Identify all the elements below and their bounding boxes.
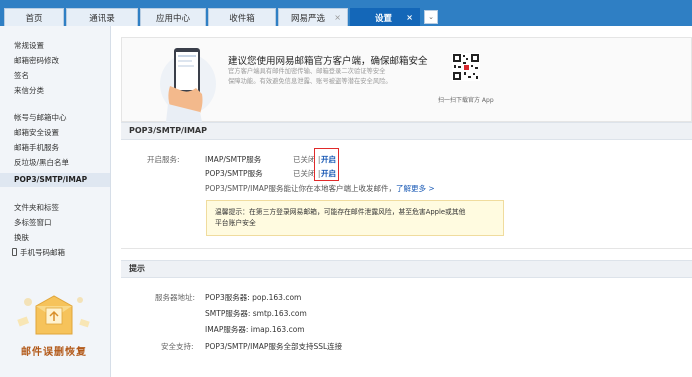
security-support-label: 安全支持:	[161, 342, 194, 351]
sidebar-item-mail-filter[interactable]: 来信分类	[14, 85, 44, 96]
tip-line: 平台账户安全	[215, 219, 256, 227]
server-address-label: 服务器地址:	[155, 293, 196, 302]
sidebar-item-label: 手机号码邮箱	[20, 248, 65, 257]
tab-app-center[interactable]: 应用中心	[140, 8, 206, 26]
sidebar-item-account-center[interactable]: 帐号与邮箱中心	[14, 112, 67, 123]
security-support-text: POP3/SMTP/IMAP服务全部支持SSL连接	[205, 342, 343, 351]
sidebar-item-phone-service[interactable]: 邮箱手机服务	[14, 142, 59, 153]
pop3-server: POP3服务器: pop.163.com	[205, 293, 302, 302]
banner-desc-line: 官方客户端具有邮件加密传输、邮箱登录二次验证等安全	[228, 68, 386, 75]
tab-bar: 首页 通讯录 应用中心 收件箱 网易严选 × 设置 × ⌄	[0, 5, 692, 26]
tab-settings[interactable]: 设置 ×	[350, 8, 420, 26]
phone-icon	[12, 248, 17, 256]
tab-label: 网易严选	[291, 13, 326, 24]
learn-more-link[interactable]: 了解更多 >	[396, 184, 435, 193]
service-note: POP3/SMTP/IMAP服务能让你在本地客户端上收发邮件，了解更多 >	[205, 183, 435, 194]
tab-inbox[interactable]: 收件箱	[208, 8, 276, 26]
highlight-box	[314, 148, 339, 181]
tab-label: 应用中心	[155, 13, 190, 24]
divider	[121, 248, 692, 249]
banner-title: 建议您使用网易邮箱官方客户端，确保邮箱安全	[228, 56, 428, 67]
client-app-banner: 建议您使用网易邮箱官方客户端，确保邮箱安全 官方客户端具有邮件加密传输、邮箱登录…	[121, 37, 692, 122]
sidebar-item-skin[interactable]: 换肤	[14, 232, 29, 243]
settings-sidebar: 常规设置 邮箱密码修改 签名 来信分类 帐号与邮箱中心 邮箱安全设置 邮箱手机服…	[0, 26, 111, 377]
banner-desc-line: 保障功能。有效避免信息泄露、账号被盗等潜在安全风险。	[228, 78, 392, 85]
envelope-recovery-icon	[17, 295, 90, 335]
mail-recovery-promo[interactable]: 邮件误删恢复	[6, 288, 102, 368]
sidebar-item-password[interactable]: 邮箱密码修改	[14, 55, 59, 66]
banner-description: 官方客户端具有邮件加密传输、邮箱登录二次验证等安全 保障功能。有效避免信息泄露、…	[228, 67, 418, 87]
sidebar-item-security[interactable]: 邮箱安全设置	[14, 127, 59, 138]
qr-caption: 扫一扫下载官方 App	[438, 97, 494, 104]
tab-label: 设置	[375, 13, 393, 24]
service-note-text: POP3/SMTP/IMAP服务能让你在本地客户端上收发邮件，	[205, 184, 396, 193]
tab-contacts[interactable]: 通讯录	[66, 8, 138, 26]
section-header-pop3: POP3/SMTP/IMAP	[121, 122, 692, 140]
tab-home[interactable]: 首页	[4, 8, 64, 26]
service-name-pop3: POP3/SMTP服务	[205, 169, 263, 178]
tab-label: 通讯录	[89, 13, 115, 24]
sidebar-item-folders[interactable]: 文件夹和标签	[14, 202, 59, 213]
section-header-hint: 提示	[121, 260, 692, 278]
sidebar-item-antispam[interactable]: 反垃圾/黑白名单	[14, 157, 69, 168]
service-name-imap: IMAP/SMTP服务	[205, 155, 262, 164]
tab-label: 首页	[25, 13, 43, 24]
sidebar-item-pop3[interactable]: POP3/SMTP/IMAP	[14, 175, 87, 184]
enable-service-label: 开启服务:	[147, 155, 180, 164]
security-tip-box: 温馨提示：在第三方登录网易邮箱，可能存在邮件泄露风险，甚至危害Apple或其他 …	[206, 200, 504, 236]
promo-title: 邮件误删恢复	[21, 347, 87, 358]
smtp-server: SMTP服务器: smtp.163.com	[205, 309, 307, 318]
sidebar-item-multitab[interactable]: 多标签窗口	[14, 217, 52, 228]
sidebar-item-phone-mailbox[interactable]: 手机号码邮箱	[12, 247, 65, 258]
close-icon[interactable]: ×	[334, 13, 341, 22]
main-content: 建议您使用网易邮箱官方客户端，确保邮箱安全 官方客户端具有邮件加密传输、邮箱登录…	[111, 26, 692, 377]
imap-server: IMAP服务器: imap.163.com	[205, 325, 305, 334]
close-icon[interactable]: ×	[406, 13, 413, 22]
more-tabs-button[interactable]: ⌄	[424, 10, 438, 24]
tab-label: 收件箱	[229, 13, 255, 24]
sidebar-item-signature[interactable]: 签名	[14, 70, 29, 81]
tab-yanxuan[interactable]: 网易严选 ×	[278, 8, 348, 26]
sidebar-item-general[interactable]: 常规设置	[14, 40, 44, 51]
chevron-down-icon: ⌄	[428, 13, 434, 21]
phone-hand-illustration	[160, 48, 216, 122]
qr-code-icon[interactable]	[452, 53, 480, 81]
tip-line: 温馨提示：在第三方登录网易邮箱，可能存在邮件泄露风险，甚至危害Apple或其他	[215, 208, 466, 216]
